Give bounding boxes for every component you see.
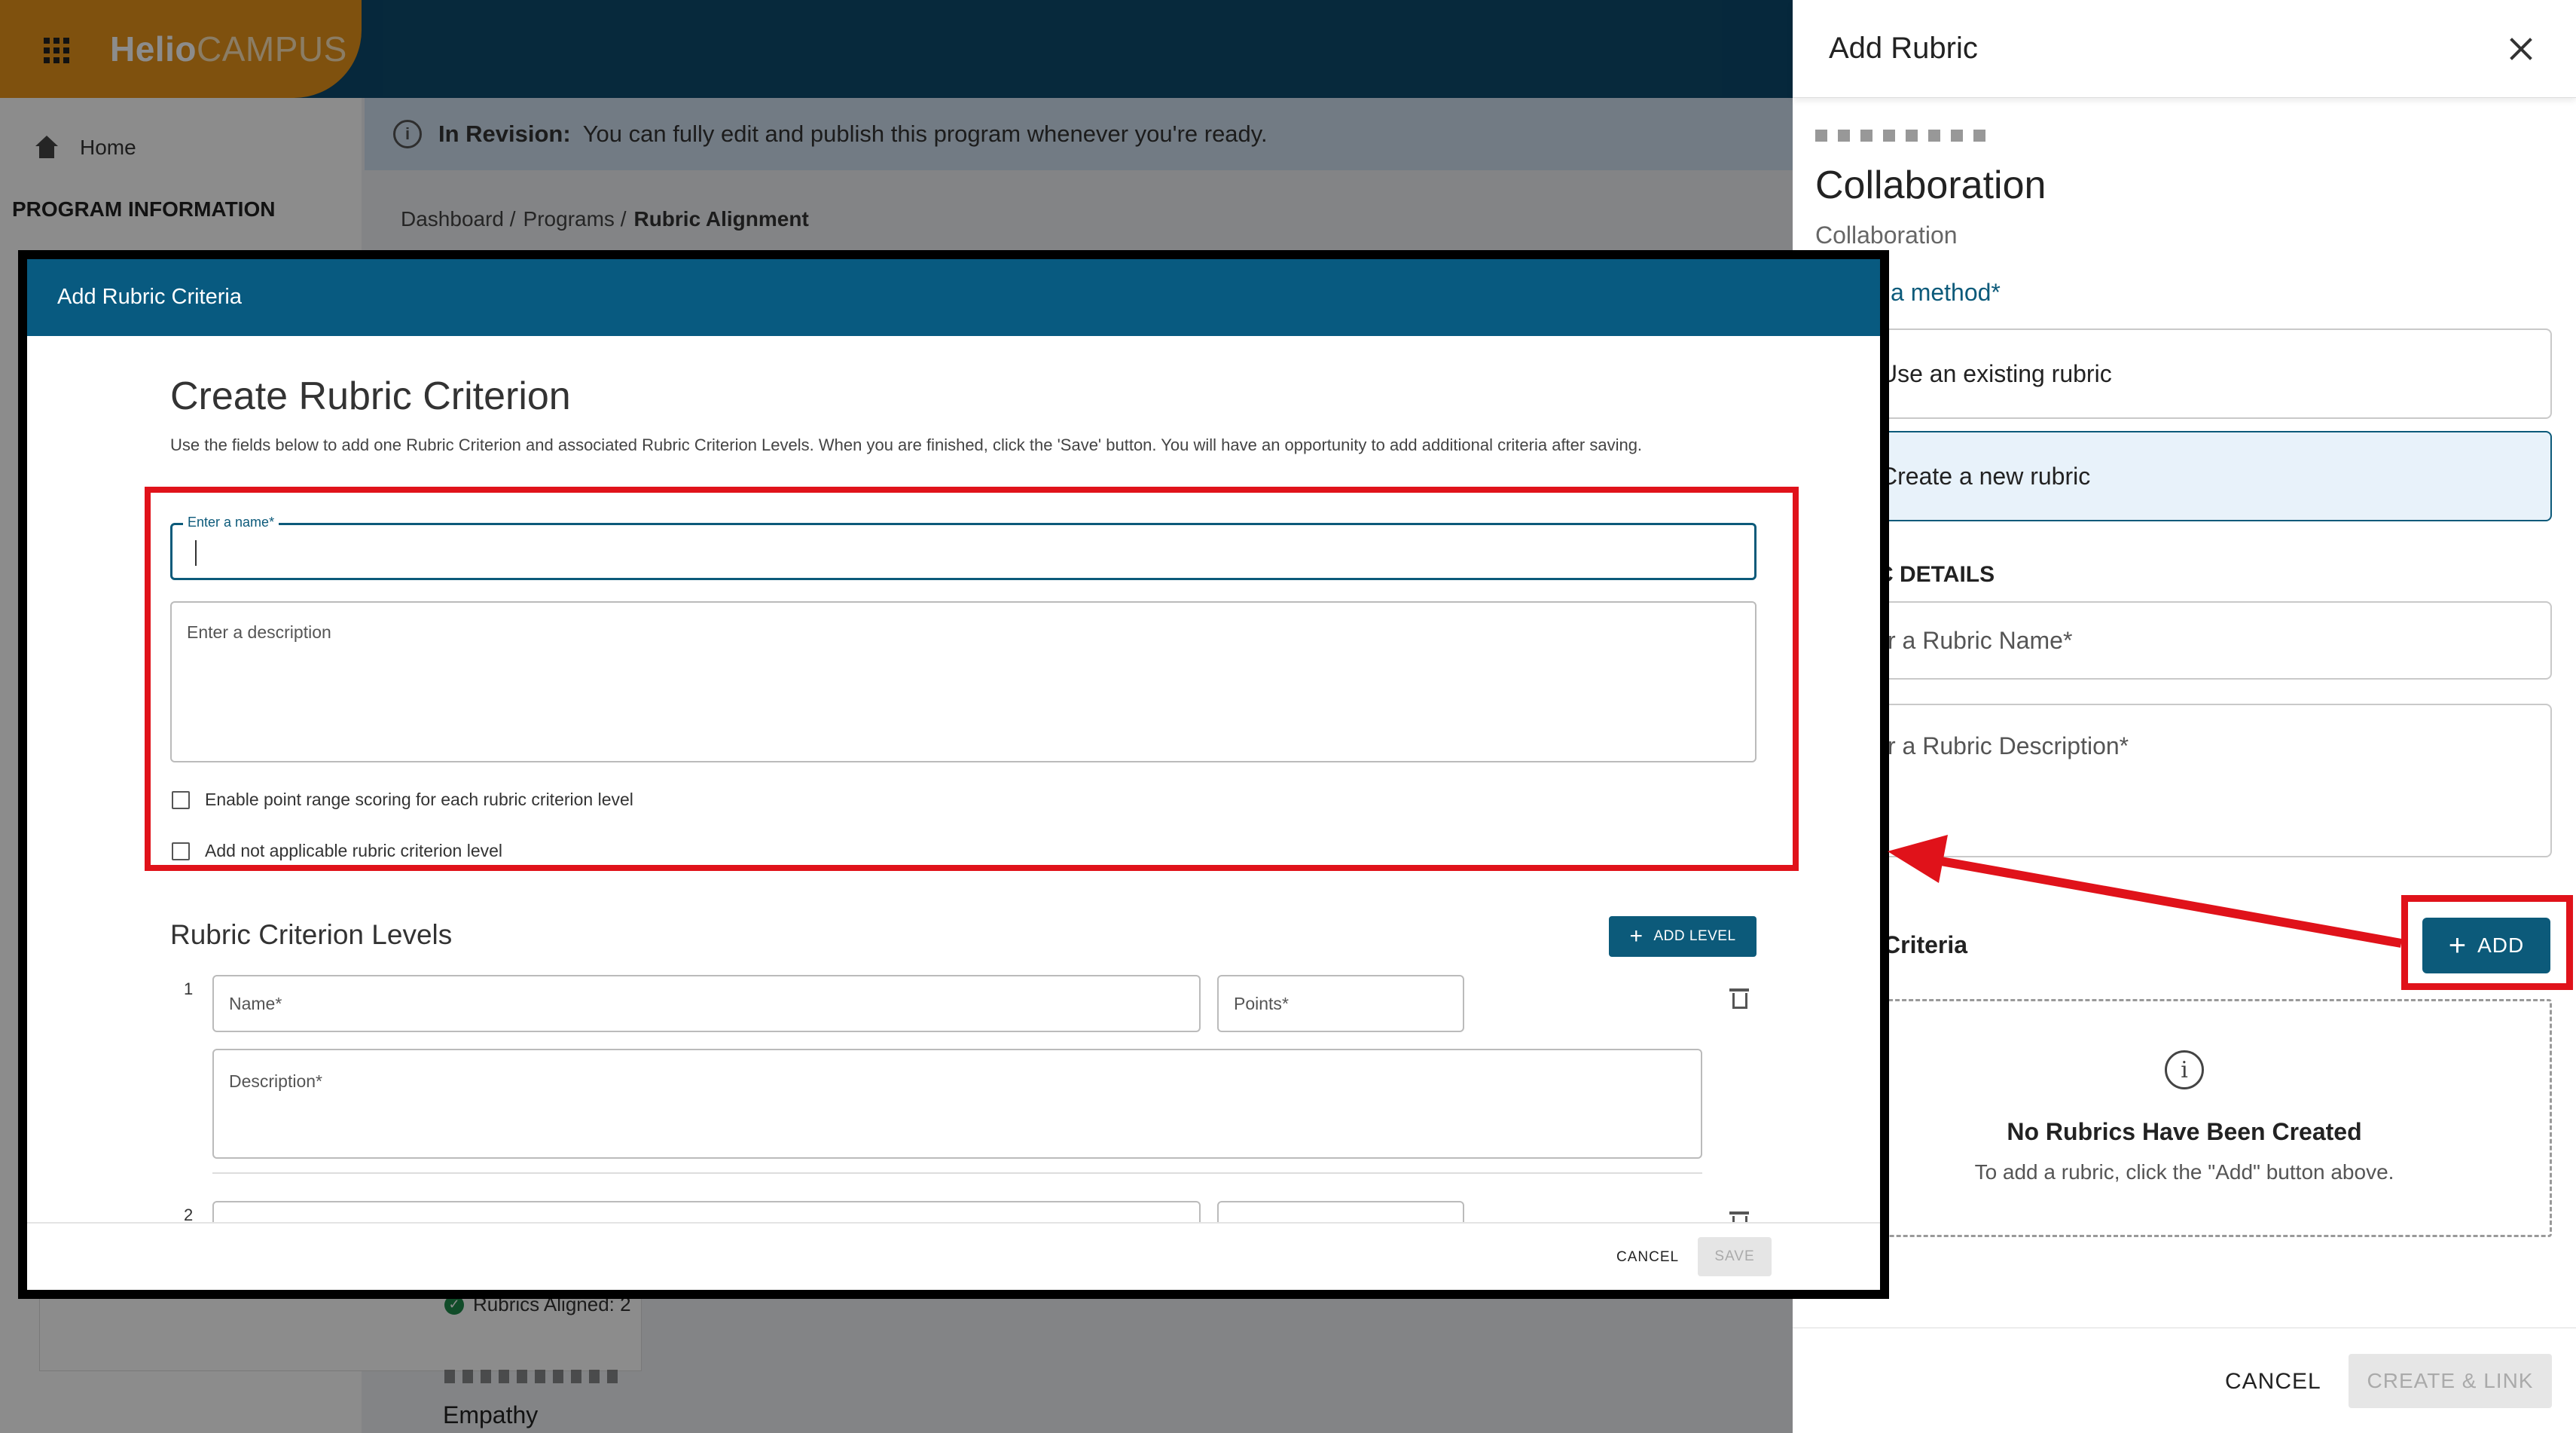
blurred-text xyxy=(1815,130,1996,142)
level-points-input[interactable] xyxy=(1217,1201,1464,1222)
method-label: a method* xyxy=(1891,279,2001,306)
modal-description: Use the fields below to add one Rubric C… xyxy=(170,435,1643,454)
empty-state-title: No Rubrics Have Been Created xyxy=(2007,1118,2362,1145)
create-and-link-button[interactable]: CREATE & LINK xyxy=(2349,1354,2552,1408)
modal-header: Add Rubric Criteria xyxy=(27,259,1880,336)
levels-title: Rubric Criterion Levels xyxy=(170,919,453,950)
level-name-input[interactable]: Name * xyxy=(212,975,1201,1032)
level-number: 1 xyxy=(184,979,194,998)
empty-state-text: To add a rubric, click the "Add" button … xyxy=(1974,1160,2394,1184)
add-rubric-criteria-modal: Add Rubric Criteria Create Rubric Criter… xyxy=(18,250,1889,1299)
modal-header-title: Add Rubric Criteria xyxy=(57,285,242,309)
annotation-highlight-box xyxy=(145,487,1799,871)
level-description-input[interactable]: Description* xyxy=(212,1049,1702,1159)
rubric-description-input[interactable]: r a Rubric Description* xyxy=(1838,704,2552,857)
modal-save-button[interactable]: SAVE xyxy=(1698,1237,1772,1276)
close-icon[interactable] xyxy=(2502,30,2540,68)
option-new-rubric[interactable]: Create a new rubric xyxy=(1838,431,2552,521)
rubric-details-heading: C DETAILS xyxy=(1877,562,1995,587)
rubric-criteria-label: Criteria xyxy=(1883,931,1968,958)
delete-level-icon[interactable] xyxy=(1729,1211,1749,1222)
option-existing-rubric[interactable]: Use an existing rubric xyxy=(1838,328,2552,419)
level-name-input[interactable] xyxy=(212,1201,1201,1222)
add-level-button[interactable]: + ADD LEVEL xyxy=(1609,916,1757,957)
info-icon: i xyxy=(2165,1050,2204,1089)
drawer-cancel-button[interactable]: CANCEL xyxy=(2225,1369,2321,1395)
outcome-title: Collaboration xyxy=(1815,163,2046,207)
level-divider xyxy=(212,1172,1702,1174)
add-rubric-drawer: Add Rubric Collaboration Collaboration a… xyxy=(1793,0,2576,1433)
outcome-subtitle: Collaboration xyxy=(1815,222,1958,249)
annotation-highlight-box xyxy=(2401,895,2573,990)
modal-body: Create Rubric Criterion Use the fields b… xyxy=(27,336,1880,1222)
drawer-footer: CANCEL CREATE & LINK xyxy=(1793,1328,2576,1433)
plus-icon: + xyxy=(1629,924,1644,949)
drawer-title: Add Rubric xyxy=(1829,32,1978,65)
delete-level-icon[interactable] xyxy=(1729,988,1749,1010)
modal-cancel-button[interactable]: CANCEL xyxy=(1616,1249,1679,1266)
rubric-name-input[interactable]: r a Rubric Name * xyxy=(1838,601,2552,680)
level-number: 2 xyxy=(184,1205,194,1222)
modal-title: Create Rubric Criterion xyxy=(170,374,571,418)
drawer-header: Add Rubric xyxy=(1793,0,2576,98)
level-points-input[interactable]: Points * xyxy=(1217,975,1464,1032)
modal-footer: CANCEL SAVE xyxy=(27,1222,1880,1290)
